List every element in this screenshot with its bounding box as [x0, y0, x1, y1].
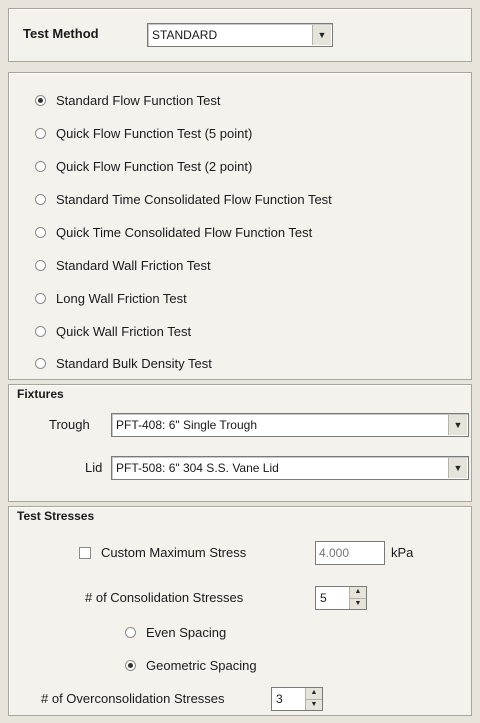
radio-button[interactable]	[35, 194, 46, 205]
test-option-label: Quick Flow Function Test (2 point)	[56, 159, 253, 174]
fixtures-title: Fixtures	[17, 387, 64, 401]
radio-button[interactable]	[35, 293, 46, 304]
even-spacing-option[interactable]: Even Spacing	[125, 625, 226, 640]
test-method-label: Test Method	[23, 26, 99, 41]
test-option-quick-wall-friction[interactable]: Quick Wall Friction Test	[35, 324, 191, 339]
custom-maximum-stress-label: Custom Maximum Stress	[101, 545, 247, 560]
consolidation-stresses-stepper[interactable]: 5 ▲ ▼	[315, 586, 367, 610]
even-spacing-label: Even Spacing	[146, 625, 227, 640]
chevron-down-icon[interactable]: ▼	[448, 415, 467, 435]
custom-maximum-stress-input[interactable]: 4.000	[315, 541, 385, 565]
test-option-standard-flow-function[interactable]: Standard Flow Function Test	[35, 93, 221, 108]
chevron-down-icon[interactable]: ▼	[350, 599, 366, 610]
radio-button[interactable]	[35, 358, 46, 369]
consolidation-stresses-value[interactable]: 5	[316, 591, 349, 605]
chevron-up-icon[interactable]: ▲	[306, 688, 322, 700]
geometric-spacing-label: Geometric Spacing	[146, 658, 257, 673]
test-option-standard-time-consolidated[interactable]: Standard Time Consolidated Flow Function…	[35, 192, 332, 207]
test-option-quick-flow-5[interactable]: Quick Flow Function Test (5 point)	[35, 126, 252, 141]
test-method-value: STANDARD	[152, 28, 218, 42]
radio-button[interactable]	[35, 128, 46, 139]
lid-dropdown[interactable]: PFT-508: 6" 304 S.S. Vane Lid ▼	[111, 456, 469, 480]
radio-button[interactable]	[35, 227, 46, 238]
overconsolidation-stresses-label: # of Overconsolidation Stresses	[41, 691, 225, 706]
test-option-label: Standard Bulk Density Test	[56, 356, 212, 371]
test-option-quick-flow-2[interactable]: Quick Flow Function Test (2 point)	[35, 159, 252, 174]
test-option-label: Quick Time Consolidated Flow Function Te…	[56, 225, 313, 240]
test-stresses-panel: Test Stresses Custom Maximum Stress 4.00…	[8, 506, 472, 716]
radio-button[interactable]	[35, 260, 46, 271]
chevron-down-icon[interactable]: ▼	[448, 458, 467, 478]
test-option-label: Standard Flow Function Test	[56, 93, 221, 108]
custom-maximum-stress-checkbox[interactable]	[79, 546, 91, 559]
chevron-down-icon[interactable]: ▼	[306, 700, 322, 711]
chevron-down-icon[interactable]: ▼	[312, 25, 331, 45]
test-option-quick-time-consolidated[interactable]: Quick Time Consolidated Flow Function Te…	[35, 225, 312, 240]
trough-value: PFT-408: 6" Single Trough	[116, 418, 258, 432]
lid-label: Lid	[85, 460, 103, 475]
consolidation-stresses-label: # of Consolidation Stresses	[85, 590, 244, 605]
test-method-panel: Test Method STANDARD ▼	[8, 8, 472, 62]
radio-button[interactable]	[35, 95, 46, 106]
radio-button[interactable]	[125, 627, 136, 638]
stepper-buttons[interactable]: ▲ ▼	[305, 688, 322, 710]
radio-button[interactable]	[125, 660, 136, 671]
test-type-panel: Standard Flow Function Test Quick Flow F…	[8, 72, 472, 380]
test-option-label: Quick Flow Function Test (5 point)	[56, 126, 253, 141]
radio-button[interactable]	[35, 326, 46, 337]
test-option-standard-bulk-density[interactable]: Standard Bulk Density Test	[35, 356, 212, 371]
trough-dropdown[interactable]: PFT-408: 6" Single Trough ▼	[111, 413, 469, 437]
test-option-label: Standard Wall Friction Test	[56, 258, 211, 273]
test-option-label: Standard Time Consolidated Flow Function…	[56, 192, 332, 207]
stepper-buttons[interactable]: ▲ ▼	[349, 587, 366, 609]
test-option-label: Quick Wall Friction Test	[56, 324, 192, 339]
overconsolidation-stresses-value[interactable]: 3	[272, 692, 305, 706]
custom-maximum-stress-unit: kPa	[391, 545, 414, 560]
radio-button[interactable]	[35, 161, 46, 172]
test-stresses-title: Test Stresses	[17, 509, 95, 523]
overconsolidation-stresses-stepper[interactable]: 3 ▲ ▼	[271, 687, 323, 711]
test-option-long-wall-friction[interactable]: Long Wall Friction Test	[35, 291, 187, 306]
trough-label: Trough	[49, 417, 90, 432]
lid-value: PFT-508: 6" 304 S.S. Vane Lid	[116, 461, 279, 475]
fixtures-panel: Fixtures Trough PFT-408: 6" Single Troug…	[8, 384, 472, 502]
test-option-standard-wall-friction[interactable]: Standard Wall Friction Test	[35, 258, 211, 273]
custom-maximum-stress-checkbox-row[interactable]: Custom Maximum Stress	[79, 545, 246, 560]
geometric-spacing-option[interactable]: Geometric Spacing	[125, 658, 257, 673]
chevron-up-icon[interactable]: ▲	[350, 587, 366, 599]
test-method-dropdown[interactable]: STANDARD ▼	[147, 23, 333, 47]
test-option-label: Long Wall Friction Test	[56, 291, 187, 306]
